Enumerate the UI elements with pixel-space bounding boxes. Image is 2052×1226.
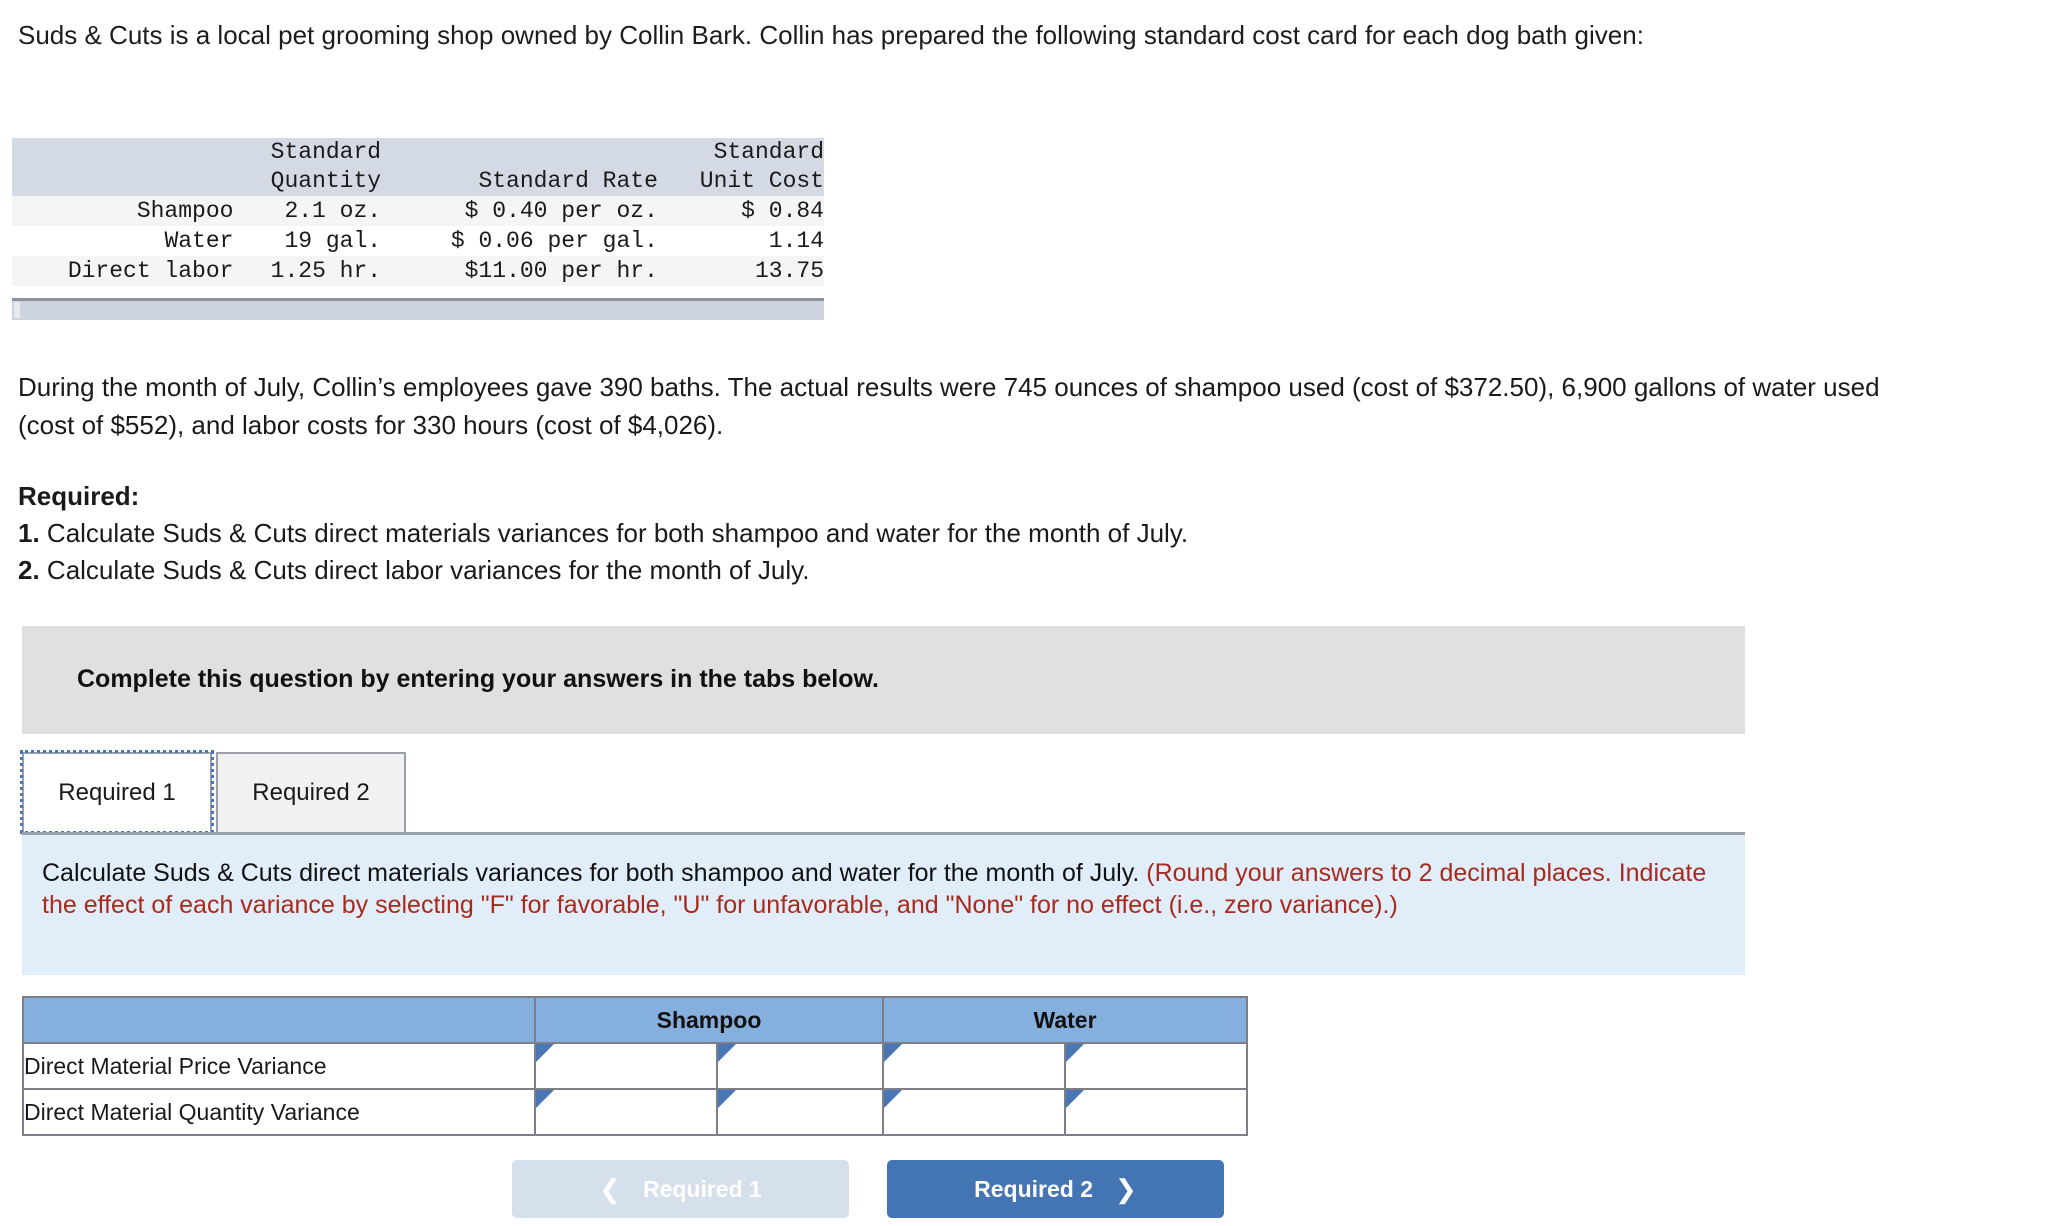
- cost-card-table: Standard Standard Quantity Standard Rate…: [12, 138, 824, 286]
- select-water-price-variance-effect[interactable]: [1064, 1042, 1248, 1090]
- answer-table-wrapper: Shampoo Water Direct Material Price Vari…: [22, 996, 1248, 1136]
- cost-header-unitcost-line1: Standard: [657, 138, 824, 167]
- cost-header-quantity-line2: Quantity: [233, 167, 382, 196]
- required-item-2-number: 2.: [18, 555, 40, 585]
- table-row: Water 19 gal. $ 0.06 per gal. 1.14: [12, 226, 824, 256]
- cost-row-quantity: 19 gal.: [233, 226, 382, 256]
- cell-marker-triangle-icon: [1066, 1090, 1084, 1108]
- cost-row-label: Direct labor: [12, 256, 234, 286]
- required-item-1: 1. Calculate Suds & Cuts direct material…: [18, 515, 1718, 552]
- cost-row-label: Water: [12, 226, 234, 256]
- answer-header-blank: [22, 996, 536, 1044]
- required-item-2: 2. Calculate Suds & Cuts direct labor va…: [18, 552, 1718, 589]
- cost-row-rate: $ 0.40 per oz.: [381, 196, 658, 226]
- input-water-price-variance-amount[interactable]: [882, 1042, 1066, 1090]
- answer-table-body: Direct Material Price Variance Direct Ma…: [22, 1042, 1248, 1136]
- actual-results-paragraph: During the month of July, Collin’s emplo…: [18, 372, 1880, 440]
- required-item-1-number: 1.: [18, 518, 40, 548]
- required-item-2-text: Calculate Suds & Cuts direct labor varia…: [39, 555, 810, 585]
- required-heading: Required:: [18, 481, 140, 511]
- answer-header-row: Shampoo Water: [22, 996, 1248, 1044]
- table-row: Direct labor 1.25 hr. $11.00 per hr. 13.…: [12, 256, 824, 286]
- previous-button-label: Required 1: [642, 1175, 762, 1202]
- next-required-2-button[interactable]: Required 2 ❯: [887, 1160, 1224, 1218]
- instruction-banner: Complete this question by entering your …: [22, 626, 1745, 734]
- cell-marker-triangle-icon: [884, 1044, 902, 1062]
- select-water-quantity-variance-effect[interactable]: [1064, 1088, 1248, 1136]
- required-section: Required: 1. Calculate Suds & Cuts direc…: [18, 478, 1718, 589]
- answer-header-shampoo: Shampoo: [534, 996, 884, 1044]
- instruction-banner-text: Complete this question by entering your …: [77, 665, 879, 693]
- cost-header-blank-1: [12, 138, 234, 167]
- cost-row-rate: $11.00 per hr.: [381, 256, 658, 286]
- cell-marker-triangle-icon: [718, 1044, 736, 1062]
- question-instruction-text: Calculate Suds & Cuts direct materials v…: [42, 857, 1722, 921]
- required-item-1-text: Calculate Suds & Cuts direct materials v…: [39, 518, 1189, 548]
- tab-bar: Required 1 Required 2: [20, 750, 1745, 836]
- question-page: Suds & Cuts is a local pet grooming shop…: [0, 0, 2052, 1226]
- cost-row-quantity: 2.1 oz.: [233, 196, 382, 226]
- scrollbar-thumb[interactable]: [14, 302, 20, 318]
- cost-card-horizontal-scrollbar[interactable]: [12, 298, 824, 320]
- cost-row-label: Shampoo: [12, 196, 234, 226]
- cost-card-header-row-1: Standard Standard: [12, 138, 824, 167]
- cost-row-unit-cost: 13.75: [657, 256, 824, 286]
- question-instruction-panel: Calculate Suds & Cuts direct materials v…: [22, 835, 1745, 975]
- instruction-main-text: Calculate Suds & Cuts direct materials v…: [42, 859, 1147, 887]
- select-shampoo-quantity-variance-effect[interactable]: [716, 1088, 884, 1136]
- tab-required-1[interactable]: Required 1: [20, 750, 214, 834]
- cell-marker-triangle-icon: [884, 1090, 902, 1108]
- input-shampoo-quantity-variance-amount[interactable]: [534, 1088, 718, 1136]
- answer-table: Shampoo Water Direct Material Price Vari…: [22, 996, 1248, 1136]
- tab-required-1-label: Required 1: [58, 779, 176, 806]
- chevron-right-icon: ❯: [1115, 1174, 1137, 1204]
- input-shampoo-price-variance-amount[interactable]: [534, 1042, 718, 1090]
- answer-row-label-quantity-variance: Direct Material Quantity Variance: [22, 1088, 536, 1136]
- cost-card-body: Shampoo 2.1 oz. $ 0.40 per oz. $ 0.84 Wa…: [12, 196, 824, 286]
- cost-card-header: Standard Standard Quantity Standard Rate…: [12, 138, 824, 196]
- cost-header-quantity-line1: Standard: [233, 138, 382, 167]
- cost-header-blank-2: [381, 138, 658, 167]
- cost-header-unitcost-line2: Unit Cost: [657, 167, 824, 196]
- tab-required-2-label: Required 2: [252, 779, 370, 806]
- cell-marker-triangle-icon: [1066, 1044, 1084, 1062]
- answer-row-label-price-variance: Direct Material Price Variance: [22, 1042, 536, 1090]
- table-row: Direct Material Price Variance: [22, 1042, 1248, 1090]
- cost-header-rate: Standard Rate: [381, 167, 658, 196]
- cell-marker-triangle-icon: [536, 1090, 554, 1108]
- tab-required-2[interactable]: Required 2: [216, 752, 406, 832]
- cost-row-unit-cost: $ 0.84: [657, 196, 824, 226]
- chevron-left-icon: ❮: [599, 1174, 621, 1204]
- cost-card-header-row-2: Quantity Standard Rate Unit Cost: [12, 167, 824, 196]
- intro-paragraph: Suds & Cuts is a local pet grooming shop…: [18, 20, 1644, 50]
- previous-required-1-button[interactable]: ❮ Required 1: [512, 1160, 849, 1218]
- next-button-label: Required 2: [974, 1175, 1094, 1202]
- table-row: Direct Material Quantity Variance: [22, 1088, 1248, 1136]
- cell-marker-triangle-icon: [536, 1044, 554, 1062]
- cost-row-rate: $ 0.06 per gal.: [381, 226, 658, 256]
- input-water-quantity-variance-amount[interactable]: [882, 1088, 1066, 1136]
- cost-row-unit-cost: 1.14: [657, 226, 824, 256]
- answer-header-water: Water: [882, 996, 1248, 1044]
- answer-table-header: Shampoo Water: [22, 996, 1248, 1044]
- cost-header-blank-3: [12, 167, 234, 196]
- cost-row-quantity: 1.25 hr.: [233, 256, 382, 286]
- select-shampoo-price-variance-effect[interactable]: [716, 1042, 884, 1090]
- standard-cost-card: Standard Standard Quantity Standard Rate…: [12, 138, 824, 286]
- table-row: Shampoo 2.1 oz. $ 0.40 per oz. $ 0.84: [12, 196, 824, 226]
- cell-marker-triangle-icon: [718, 1090, 736, 1108]
